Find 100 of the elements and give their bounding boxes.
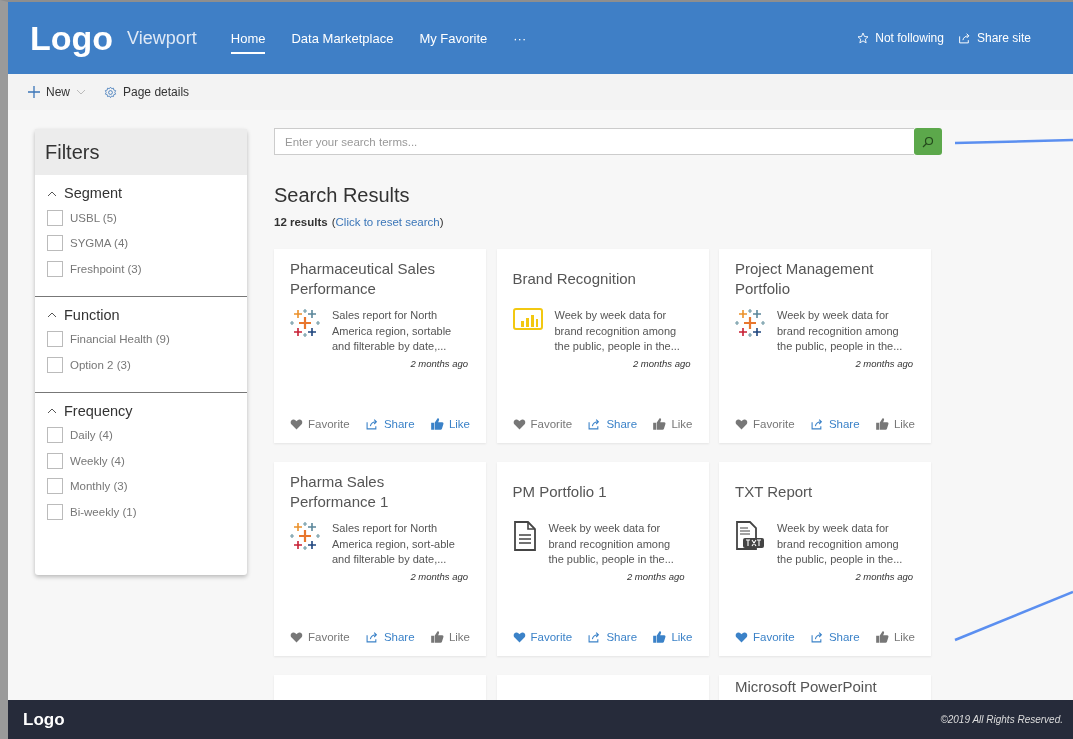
- tableau-logo-icon: [290, 521, 320, 551]
- like-button[interactable]: Like: [874, 630, 915, 644]
- thumbs-up-icon: [429, 630, 444, 644]
- new-button[interactable]: New: [26, 83, 88, 101]
- thumbs-up-icon: [874, 630, 889, 644]
- thumbs-up-icon: [652, 417, 667, 431]
- thumbs-up-icon: [429, 417, 444, 431]
- card-description: Week by week data for brand recognition among the public, people in the...: [777, 521, 904, 567]
- share-icon: [587, 418, 602, 430]
- card-description: Sales report for North America region, sort-able and filterable by date,...: [332, 521, 456, 567]
- share-icon: [364, 631, 379, 643]
- bar-chart-icon: [512, 308, 543, 332]
- page-details-button[interactable]: Page details: [102, 83, 192, 101]
- chevron-down-icon: [76, 89, 86, 95]
- share-button[interactable]: Share: [364, 417, 415, 431]
- thumbs-up-icon: [874, 417, 889, 431]
- follow-link[interactable]: Not following: [857, 31, 944, 45]
- card-description: Week by week data for brand recognition among the public, people in the...: [554, 308, 681, 354]
- search-icon: [922, 135, 934, 148]
- card-title: Pharma Sales Performance 1: [290, 472, 390, 512]
- checkbox[interactable]: [47, 503, 63, 520]
- share-site-link[interactable]: Share site: [957, 31, 1031, 45]
- card-timestamp: 2 months ago: [631, 357, 691, 369]
- gear-icon: [104, 85, 117, 99]
- result-card[interactable]: PM Portfolio 1 Week by week data for brand recognition among the public, people in the... 2 months ago Favorite Share Like: [496, 462, 709, 656]
- checkbox[interactable]: [47, 478, 63, 495]
- reset-search-link[interactable]: Click to reset search: [335, 216, 440, 228]
- filter-option-label: Bi-weekly (1): [70, 505, 137, 518]
- checkbox[interactable]: [47, 427, 63, 444]
- card-title: Pharmaceutical Sales Performance: [290, 259, 437, 299]
- favorite-button[interactable]: Favorite: [735, 630, 795, 644]
- filter-option-label: SYGMA (4): [70, 237, 129, 250]
- card-title: Project Management Portfolio: [735, 259, 875, 299]
- thumbs-up-icon: [652, 630, 667, 644]
- nav-link[interactable]: Data Marketplace: [291, 22, 394, 54]
- share-button[interactable]: Share: [364, 630, 415, 644]
- like-button[interactable]: Like: [429, 417, 470, 431]
- filter-option-label: Option 2 (3): [70, 358, 131, 371]
- card-title: PM Portfolio 1: [512, 482, 608, 502]
- nav-link[interactable]: ···: [513, 22, 527, 54]
- tableau-logo-icon: [735, 308, 765, 338]
- filter-option-label: Daily (4): [70, 429, 113, 442]
- card-timestamp: 2 months ago: [625, 570, 685, 582]
- result-card[interactable]: Pharmaceutical Sales Performance Sales report for North America region, sortable and filterable by date,... 2 months ago Favorite Share Like: [274, 249, 486, 443]
- filters-title: Filters: [35, 129, 247, 175]
- card-timestamp: 2 months ago: [409, 357, 468, 369]
- favorite-button[interactable]: Favorite: [290, 630, 350, 644]
- share-button[interactable]: Share: [809, 417, 860, 431]
- like-button[interactable]: Like: [874, 417, 915, 431]
- checkbox[interactable]: [47, 356, 63, 373]
- filter-option-label: Monthly (3): [70, 480, 128, 493]
- paren-close: ): [439, 216, 444, 228]
- checkbox[interactable]: [47, 209, 63, 226]
- logo[interactable]: Logo: [30, 18, 114, 58]
- results-title: Search Results: [274, 184, 411, 207]
- share-button[interactable]: Share: [587, 417, 638, 431]
- favorite-button[interactable]: Favorite: [512, 630, 573, 644]
- filter-group-toggle[interactable]: Frequency: [47, 402, 133, 419]
- share-icon: [364, 418, 379, 430]
- result-card[interactable]: TXT Report Week by week data for brand recognition among the public, people in the... 2 months ago Favorite Share Like: [719, 462, 931, 656]
- result-card[interactable]: Microsoft PowerPoint: [719, 675, 931, 700]
- card-timestamp: 2 months ago: [854, 357, 913, 369]
- card-description: Week by week data for brand recognition among the public, people in the...: [777, 308, 904, 354]
- filter-group-toggle[interactable]: Function: [47, 306, 120, 323]
- like-button[interactable]: Like: [429, 630, 470, 644]
- result-card[interactable]: Brand Recognition Week by week data for brand recognition among the public, people in the... 2 months ago Favorite Share Like: [496, 249, 709, 443]
- star-icon: [857, 32, 870, 44]
- filter-option-label: USBL (5): [70, 211, 117, 224]
- like-button[interactable]: Like: [652, 630, 693, 644]
- document-icon: [512, 521, 537, 551]
- favorite-button[interactable]: Favorite: [735, 417, 795, 431]
- checkbox[interactable]: [47, 235, 63, 252]
- search-field[interactable]: Enter your search terms...: [274, 128, 914, 155]
- card-timestamp: 2 months ago: [409, 570, 468, 582]
- heart-icon: [290, 418, 303, 430]
- heart-icon: [512, 631, 526, 643]
- favorite-button[interactable]: Favorite: [512, 417, 573, 431]
- site-name: Viewport: [127, 27, 197, 49]
- share-icon: [587, 631, 602, 643]
- nav-link[interactable]: Home: [230, 22, 266, 54]
- like-button[interactable]: Like: [652, 417, 693, 431]
- card-title: Brand Recognition: [512, 269, 637, 289]
- paren-open: (: [331, 216, 336, 228]
- plus-icon: [28, 86, 40, 98]
- heart-icon: [735, 631, 748, 643]
- checkbox[interactable]: [47, 331, 63, 348]
- search-button[interactable]: [914, 128, 942, 155]
- share-button[interactable]: Share: [587, 630, 638, 644]
- share-button[interactable]: Share: [809, 630, 860, 644]
- heart-icon: [512, 418, 526, 430]
- tableau-logo-icon: [290, 308, 320, 338]
- share-icon: [809, 418, 824, 430]
- copyright-text: ©2019 All Rights Reserved.: [940, 714, 1063, 725]
- filter-group-toggle[interactable]: Segment: [47, 185, 123, 201]
- favorite-button[interactable]: Favorite: [290, 417, 350, 431]
- checkbox[interactable]: [47, 260, 63, 277]
- nav-link[interactable]: My Favorite: [419, 22, 488, 54]
- checkbox[interactable]: [47, 452, 63, 469]
- result-card[interactable]: Project Management Portfolio Week by week data for brand recognition among the public, people in the... 2 months ago Favorite Share Like: [719, 249, 931, 443]
- result-card[interactable]: Pharma Sales Performance 1 Sales report for North America region, sort-able and filterable by date,... 2 months ago Favorite Share Like: [274, 462, 486, 656]
